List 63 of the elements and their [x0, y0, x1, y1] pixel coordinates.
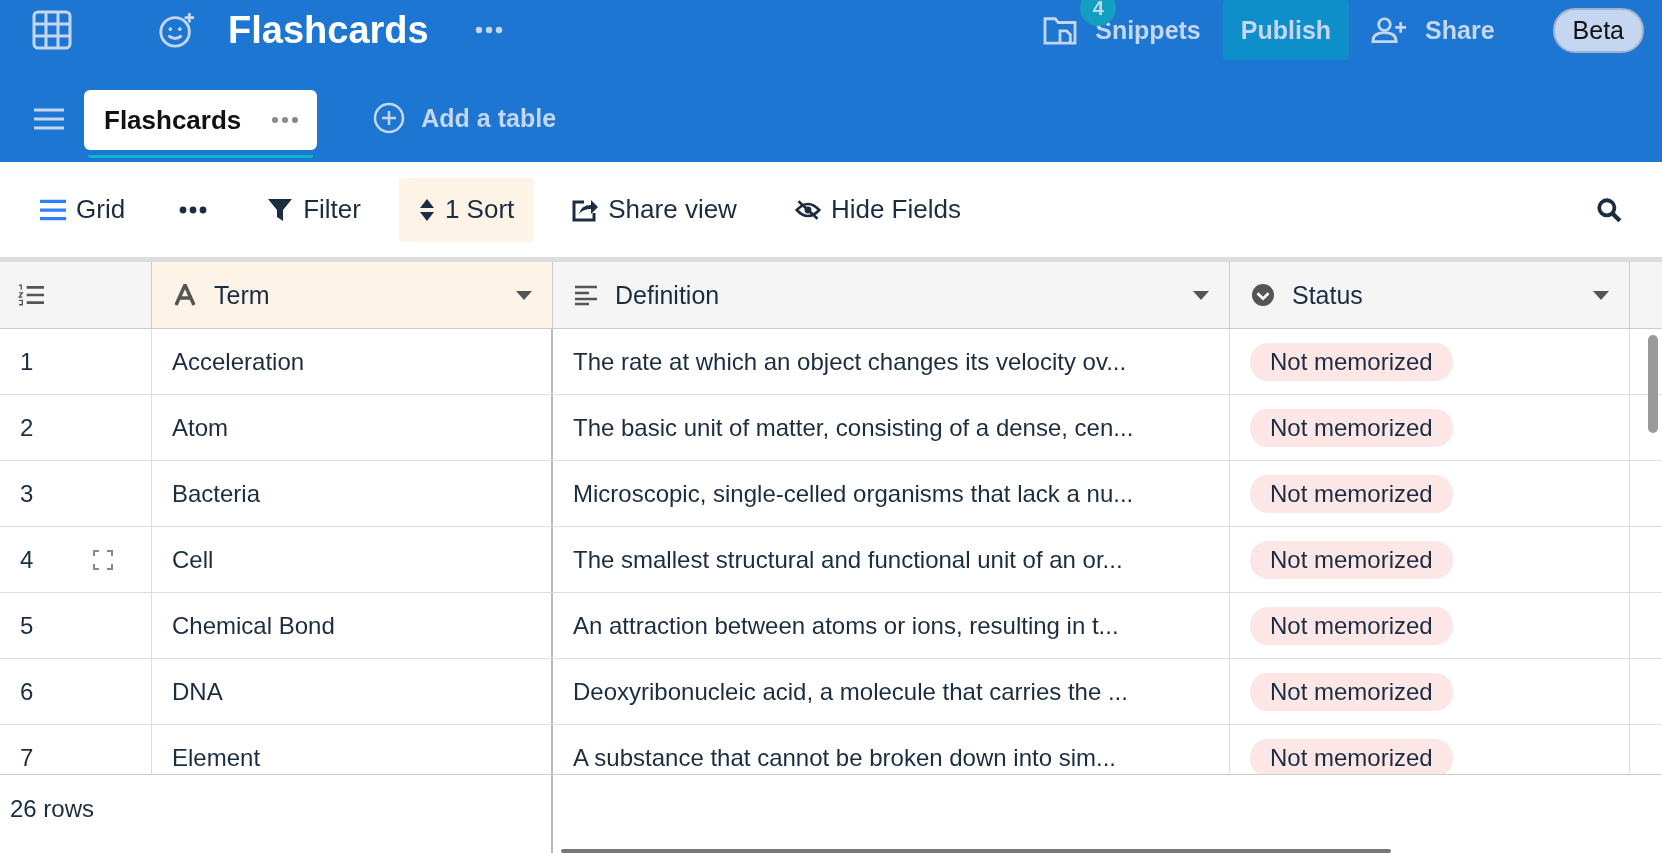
row-number: 1 — [20, 347, 34, 376]
row-number: 6 — [20, 677, 34, 706]
caret-icon[interactable] — [1193, 290, 1209, 300]
row-number: 4 — [20, 545, 34, 574]
table-cell: The rate at which an object changes its velocity ov... — [553, 329, 1230, 394]
search-icon[interactable] — [1596, 196, 1622, 223]
sort-button[interactable]: 1 Sort — [398, 177, 535, 242]
column-header[interactable]: Definition — [553, 262, 1230, 328]
beta-badge[interactable]: Beta — [1552, 7, 1644, 53]
table-cell: Microscopic, single-celled organisms that lack a nu... — [553, 461, 1230, 526]
table-cell: Acceleration — [152, 329, 553, 394]
filter-button[interactable]: Filter — [247, 177, 381, 242]
plus-circle-icon — [373, 102, 406, 134]
sort-icon — [418, 197, 435, 222]
status-tag: Not memorized — [1250, 474, 1453, 513]
scrollbar[interactable] — [1648, 335, 1658, 433]
share-icon — [572, 197, 599, 222]
grid-view-button[interactable]: Grid — [40, 177, 146, 242]
apps-grid-icon[interactable] — [32, 10, 72, 50]
smiley-add-icon[interactable] — [158, 11, 196, 49]
base-title[interactable]: Flashcards — [228, 8, 429, 52]
column-header[interactable]: Term — [152, 262, 553, 328]
add-user-icon — [1371, 16, 1408, 44]
text-field-icon — [174, 284, 196, 306]
status-tag: Not memorized — [1250, 606, 1453, 645]
table-cell: A substance that cannot be broken down into sim... — [553, 725, 1230, 774]
list-icon — [40, 197, 66, 222]
table-cell: DNA — [152, 659, 553, 724]
row-number: 7 — [20, 743, 34, 772]
status-tag: Not memorized — [1250, 672, 1453, 711]
status-tag: Not memorized — [1250, 408, 1453, 447]
status-tag: Not memorized — [1250, 342, 1453, 381]
tab-label[interactable]: Flashcards — [104, 104, 242, 136]
hide-fields-button[interactable]: Hide Fields — [774, 177, 981, 242]
row-number: 5 — [20, 611, 34, 640]
column-title: Status — [1292, 280, 1364, 310]
status-tag: Not memorized — [1250, 738, 1453, 774]
folder-icon — [1043, 15, 1078, 45]
filter-icon — [267, 197, 294, 222]
table-cell: Chemical Bond — [152, 593, 553, 658]
row-number: 3 — [20, 479, 34, 508]
table-cell: Cell — [152, 527, 553, 592]
status-tag: Not memorized — [1250, 540, 1453, 579]
table-cell: An attraction between atoms or ions, resulting in t... — [553, 593, 1230, 658]
table-cell: Atom — [152, 395, 553, 460]
column-title: Term — [214, 280, 271, 310]
scrollbar[interactable] — [561, 849, 1391, 853]
table-cell: The smallest structural and functional unit of an or... — [553, 527, 1230, 592]
row-count: 26 rows — [10, 795, 95, 822]
table-cell: The basic unit of matter, consisting of a dense, cen... — [553, 395, 1230, 460]
table-cell: Bacteria — [152, 461, 553, 526]
share-view-button[interactable]: Share view — [552, 177, 757, 242]
numbered-list-icon[interactable] — [18, 284, 44, 306]
row-number: 2 — [20, 413, 34, 442]
table-cell: Deoxyribonucleic acid, a molecule that carries the ... — [553, 659, 1230, 724]
caret-icon[interactable] — [1593, 290, 1609, 300]
column-title: Definition — [615, 280, 721, 310]
menu-icon[interactable] — [34, 108, 64, 130]
table-cell: Element — [152, 725, 553, 774]
more-icon[interactable] — [179, 205, 208, 214]
paragraph-icon — [575, 284, 597, 306]
caret-icon[interactable] — [516, 290, 532, 300]
expand-icon[interactable] — [93, 549, 114, 570]
